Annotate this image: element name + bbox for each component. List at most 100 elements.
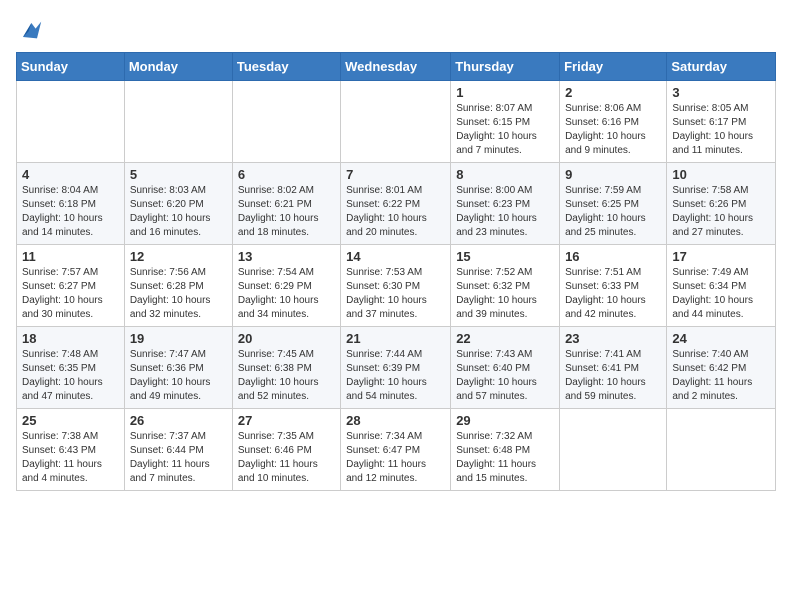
calendar-cell: 2 Sunrise: 8:06 AM Sunset: 6:16 PM Daylig… bbox=[560, 81, 667, 163]
day-info: Sunrise: 7:49 AM Sunset: 6:34 PM Dayligh… bbox=[672, 266, 770, 322]
calendar-day-header: Saturday bbox=[667, 53, 776, 81]
day-info: Sunrise: 7:43 AM Sunset: 6:40 PM Dayligh… bbox=[456, 348, 554, 404]
day-info: Sunrise: 7:56 AM Sunset: 6:28 PM Dayligh… bbox=[130, 266, 227, 322]
calendar-cell: 19 Sunrise: 7:47 AM Sunset: 6:36 PM Dayli… bbox=[124, 327, 232, 409]
day-number: 16 bbox=[565, 249, 661, 264]
day-number: 12 bbox=[130, 249, 227, 264]
day-info: Sunrise: 8:00 AM Sunset: 6:23 PM Dayligh… bbox=[456, 184, 554, 240]
calendar-cell: 3Sunrise: 8:05 AM Sunset: 6:17 PM Daylig… bbox=[667, 81, 776, 163]
calendar-cell: 8 Sunrise: 8:00 AM Sunset: 6:23 PM Daylig… bbox=[451, 163, 560, 245]
logo bbox=[16, 16, 48, 44]
day-number: 11 bbox=[22, 249, 119, 264]
day-info: Sunrise: 7:47 AM Sunset: 6:36 PM Dayligh… bbox=[130, 348, 227, 404]
day-number: 2 bbox=[565, 85, 661, 100]
calendar-cell bbox=[560, 409, 667, 491]
calendar-day-header: Tuesday bbox=[232, 53, 340, 81]
calendar-day-header: Monday bbox=[124, 53, 232, 81]
day-info: Sunrise: 7:54 AM Sunset: 6:29 PM Dayligh… bbox=[238, 266, 335, 322]
calendar-cell: 15 Sunrise: 7:52 AM Sunset: 6:32 PM Dayli… bbox=[451, 245, 560, 327]
day-number: 25 bbox=[22, 413, 119, 428]
calendar-week-row: 18 Sunrise: 7:48 AM Sunset: 6:35 PM Dayli… bbox=[17, 327, 776, 409]
day-info: Sunrise: 8:01 AM Sunset: 6:22 PM Dayligh… bbox=[346, 184, 445, 240]
day-info: Sunrise: 7:40 AM Sunset: 6:42 PM Dayligh… bbox=[672, 348, 770, 404]
calendar-cell: 20 Sunrise: 7:45 AM Sunset: 6:38 PM Dayli… bbox=[232, 327, 340, 409]
day-number: 1 bbox=[456, 85, 554, 100]
day-number: 17 bbox=[672, 249, 770, 264]
calendar-cell: 14 Sunrise: 7:53 AM Sunset: 6:30 PM Dayli… bbox=[341, 245, 451, 327]
day-info: Sunrise: 7:53 AM Sunset: 6:30 PM Dayligh… bbox=[346, 266, 445, 322]
day-info: Sunrise: 7:32 AM Sunset: 6:48 PM Dayligh… bbox=[456, 430, 554, 486]
day-number: 8 bbox=[456, 167, 554, 182]
calendar-cell: 28 Sunrise: 7:34 AM Sunset: 6:47 PM Dayli… bbox=[341, 409, 451, 491]
calendar-day-header: Sunday bbox=[17, 53, 125, 81]
calendar-cell: 29 Sunrise: 7:32 AM Sunset: 6:48 PM Dayli… bbox=[451, 409, 560, 491]
calendar-cell: 18 Sunrise: 7:48 AM Sunset: 6:35 PM Dayli… bbox=[17, 327, 125, 409]
day-info: Sunrise: 7:41 AM Sunset: 6:41 PM Dayligh… bbox=[565, 348, 661, 404]
day-info: Sunrise: 8:03 AM Sunset: 6:20 PM Dayligh… bbox=[130, 184, 227, 240]
day-info: Sunrise: 7:44 AM Sunset: 6:39 PM Dayligh… bbox=[346, 348, 445, 404]
calendar-cell: 13 Sunrise: 7:54 AM Sunset: 6:29 PM Dayli… bbox=[232, 245, 340, 327]
calendar-cell: 23 Sunrise: 7:41 AM Sunset: 6:41 PM Dayli… bbox=[560, 327, 667, 409]
day-info: Sunrise: 7:59 AM Sunset: 6:25 PM Dayligh… bbox=[565, 184, 661, 240]
day-number: 9 bbox=[565, 167, 661, 182]
calendar-cell: 6 Sunrise: 8:02 AM Sunset: 6:21 PM Daylig… bbox=[232, 163, 340, 245]
day-number: 10 bbox=[672, 167, 770, 182]
calendar-cell: 12 Sunrise: 7:56 AM Sunset: 6:28 PM Dayli… bbox=[124, 245, 232, 327]
calendar-cell bbox=[17, 81, 125, 163]
calendar-cell: 9 Sunrise: 7:59 AM Sunset: 6:25 PM Daylig… bbox=[560, 163, 667, 245]
day-info: Sunrise: 7:45 AM Sunset: 6:38 PM Dayligh… bbox=[238, 348, 335, 404]
day-info: Sunrise: 7:37 AM Sunset: 6:44 PM Dayligh… bbox=[130, 430, 227, 486]
calendar-cell: 25 Sunrise: 7:38 AM Sunset: 6:43 PM Dayli… bbox=[17, 409, 125, 491]
day-number: 24 bbox=[672, 331, 770, 346]
page-header bbox=[16, 16, 776, 44]
day-info: Sunrise: 8:06 AM Sunset: 6:16 PM Dayligh… bbox=[565, 102, 661, 158]
day-number: 19 bbox=[130, 331, 227, 346]
calendar-cell bbox=[341, 81, 451, 163]
day-number: 23 bbox=[565, 331, 661, 346]
calendar-header-row: SundayMondayTuesdayWednesdayThursdayFrid… bbox=[17, 53, 776, 81]
calendar-cell: 1 Sunrise: 8:07 AM Sunset: 6:15 PM Daylig… bbox=[451, 81, 560, 163]
calendar-cell: 26 Sunrise: 7:37 AM Sunset: 6:44 PM Dayli… bbox=[124, 409, 232, 491]
day-number: 26 bbox=[130, 413, 227, 428]
day-info: Sunrise: 7:51 AM Sunset: 6:33 PM Dayligh… bbox=[565, 266, 661, 322]
day-number: 20 bbox=[238, 331, 335, 346]
day-number: 27 bbox=[238, 413, 335, 428]
calendar-table: SundayMondayTuesdayWednesdayThursdayFrid… bbox=[16, 52, 776, 491]
calendar-cell: 24 Sunrise: 7:40 AM Sunset: 6:42 PM Dayli… bbox=[667, 327, 776, 409]
day-number: 7 bbox=[346, 167, 445, 182]
calendar-week-row: 25 Sunrise: 7:38 AM Sunset: 6:43 PM Dayli… bbox=[17, 409, 776, 491]
calendar-cell bbox=[232, 81, 340, 163]
calendar-cell: 10 Sunrise: 7:58 AM Sunset: 6:26 PM Dayli… bbox=[667, 163, 776, 245]
calendar-cell bbox=[667, 409, 776, 491]
calendar-cell: 11 Sunrise: 7:57 AM Sunset: 6:27 PM Dayli… bbox=[17, 245, 125, 327]
calendar-cell: 21Sunrise: 7:44 AM Sunset: 6:39 PM Dayli… bbox=[341, 327, 451, 409]
day-number: 29 bbox=[456, 413, 554, 428]
day-info: Sunrise: 8:02 AM Sunset: 6:21 PM Dayligh… bbox=[238, 184, 335, 240]
day-number: 6 bbox=[238, 167, 335, 182]
day-number: 15 bbox=[456, 249, 554, 264]
logo-bird-icon bbox=[16, 16, 44, 44]
day-number: 28 bbox=[346, 413, 445, 428]
day-info: Sunrise: 7:58 AM Sunset: 6:26 PM Dayligh… bbox=[672, 184, 770, 240]
day-info: Sunrise: 7:52 AM Sunset: 6:32 PM Dayligh… bbox=[456, 266, 554, 322]
calendar-cell: 7 Sunrise: 8:01 AM Sunset: 6:22 PM Daylig… bbox=[341, 163, 451, 245]
calendar-cell: 22Sunrise: 7:43 AM Sunset: 6:40 PM Dayli… bbox=[451, 327, 560, 409]
calendar-cell: 4Sunrise: 8:04 AM Sunset: 6:18 PM Daylig… bbox=[17, 163, 125, 245]
day-number: 14 bbox=[346, 249, 445, 264]
calendar-day-header: Wednesday bbox=[341, 53, 451, 81]
day-number: 13 bbox=[238, 249, 335, 264]
day-info: Sunrise: 7:34 AM Sunset: 6:47 PM Dayligh… bbox=[346, 430, 445, 486]
day-info: Sunrise: 8:07 AM Sunset: 6:15 PM Dayligh… bbox=[456, 102, 554, 158]
day-number: 18 bbox=[22, 331, 119, 346]
calendar-cell: 17 Sunrise: 7:49 AM Sunset: 6:34 PM Dayli… bbox=[667, 245, 776, 327]
calendar-cell bbox=[124, 81, 232, 163]
day-info: Sunrise: 7:57 AM Sunset: 6:27 PM Dayligh… bbox=[22, 266, 119, 322]
calendar-cell: 5 Sunrise: 8:03 AM Sunset: 6:20 PM Daylig… bbox=[124, 163, 232, 245]
calendar-week-row: 11 Sunrise: 7:57 AM Sunset: 6:27 PM Dayli… bbox=[17, 245, 776, 327]
calendar-day-header: Friday bbox=[560, 53, 667, 81]
day-info: Sunrise: 8:05 AM Sunset: 6:17 PM Dayligh… bbox=[672, 102, 770, 158]
day-number: 5 bbox=[130, 167, 227, 182]
day-info: Sunrise: 7:38 AM Sunset: 6:43 PM Dayligh… bbox=[22, 430, 119, 486]
calendar-week-row: 4Sunrise: 8:04 AM Sunset: 6:18 PM Daylig… bbox=[17, 163, 776, 245]
day-info: Sunrise: 7:48 AM Sunset: 6:35 PM Dayligh… bbox=[22, 348, 119, 404]
